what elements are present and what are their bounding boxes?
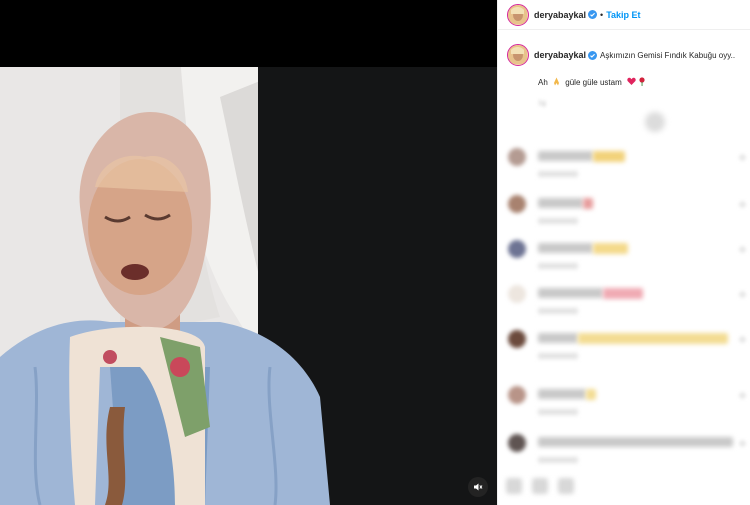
- follow-button[interactable]: Takip Et: [606, 10, 640, 20]
- commenter-avatar[interactable]: [508, 330, 526, 348]
- comment-emoji-blurred: [583, 198, 593, 209]
- commenter-avatar[interactable]: [508, 434, 526, 452]
- comment-like-icon[interactable]: [739, 246, 746, 253]
- comments-panel: deryabaykal • Takip Et deryabaykal Aşkım…: [497, 0, 750, 505]
- caption-username[interactable]: deryabaykal: [534, 50, 586, 60]
- avatar[interactable]: [507, 3, 529, 26]
- commenter-avatar[interactable]: [508, 240, 526, 258]
- comment-text-blurred: [538, 288, 603, 298]
- comment-meta-blurred: [538, 171, 578, 177]
- comment-like-icon[interactable]: [739, 392, 746, 399]
- comment-emoji-blurred: [578, 333, 728, 344]
- video-frame[interactable]: [0, 67, 497, 505]
- comment-item: [508, 330, 748, 366]
- commenter-avatar[interactable]: [508, 285, 526, 303]
- comment-meta-blurred: [538, 457, 578, 463]
- post-timestamp: 1g: [538, 100, 546, 107]
- singer-figure: [0, 112, 330, 505]
- comment-text-blurred: [538, 437, 733, 447]
- separator: •: [600, 9, 604, 20]
- commenter-avatar[interactable]: [508, 195, 526, 213]
- comment-meta-blurred: [538, 308, 578, 314]
- red-heart-icon: [627, 77, 636, 85]
- comment-like-icon[interactable]: [739, 440, 746, 447]
- comment-emoji-blurred: [586, 389, 596, 400]
- load-more-comments-button[interactable]: [645, 112, 665, 132]
- caption-avatar[interactable]: [507, 44, 529, 66]
- folded-hands-icon: [554, 77, 560, 86]
- comment-icon[interactable]: [532, 478, 548, 494]
- comment-item: [508, 148, 748, 184]
- caption: deryabaykal Aşkımızın Gemisi Fındık Kabu…: [507, 44, 747, 107]
- comment-text-blurred: [538, 389, 586, 399]
- comment-text-blurred: [538, 243, 593, 253]
- red-rose-icon: [639, 77, 645, 86]
- comment-emoji-blurred: [593, 151, 625, 162]
- comment-item: [508, 240, 748, 276]
- caption-prefix: Ah: [538, 78, 548, 87]
- action-bar: [506, 478, 746, 498]
- verified-badge-icon: [588, 10, 598, 19]
- comment-item: [508, 386, 748, 422]
- mute-button[interactable]: [468, 477, 488, 497]
- comment-meta-blurred: [538, 353, 578, 359]
- caption-line-2: Ah güle güle ustam: [538, 77, 747, 87]
- caption-text: Aşkımızın Gemisi Fındık Kabuğu oyy..: [600, 50, 736, 60]
- comment-item: [508, 434, 748, 470]
- caption-farewell: güle güle ustam: [565, 78, 622, 87]
- commenter-avatar[interactable]: [508, 148, 526, 166]
- comment-text-blurred: [538, 333, 578, 343]
- verified-badge-icon: [588, 50, 598, 60]
- comment-meta-blurred: [538, 218, 578, 224]
- comment-meta-blurred: [538, 263, 578, 269]
- comment-like-icon[interactable]: [739, 201, 746, 208]
- speaker-muted-icon: [474, 483, 483, 491]
- comment-like-icon[interactable]: [739, 336, 746, 343]
- comment-item: [508, 195, 748, 231]
- like-icon[interactable]: [506, 478, 522, 494]
- username[interactable]: deryabaykal: [534, 10, 586, 20]
- commenter-avatar[interactable]: [508, 386, 526, 404]
- share-icon[interactable]: [558, 478, 574, 494]
- comment-meta-blurred: [538, 409, 578, 415]
- comment-emoji-blurred: [603, 288, 643, 299]
- comment-text-blurred: [538, 198, 583, 208]
- comment-item: [508, 285, 748, 321]
- comment-like-icon[interactable]: [739, 291, 746, 298]
- post-media: [0, 0, 497, 505]
- comment-text-blurred: [538, 151, 593, 161]
- post-header: deryabaykal • Takip Et: [498, 0, 750, 30]
- comment-emoji-blurred: [593, 243, 628, 254]
- comment-like-icon[interactable]: [739, 154, 746, 161]
